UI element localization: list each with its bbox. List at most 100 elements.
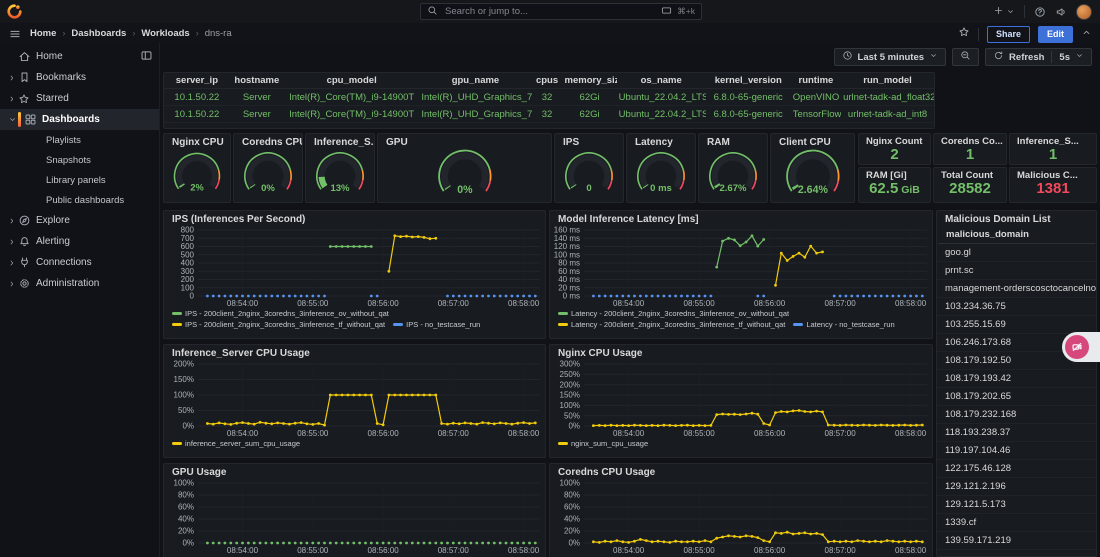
svg-text:08:56:00: 08:56:00	[754, 546, 786, 555]
nginx-cpu-chart-plot[interactable]: 0%50%100%150%200%250%300%08:54:0008:55:0…	[550, 360, 932, 438]
legend-item[interactable]: inference_server_sum_cpu_usage	[172, 439, 300, 448]
floating-recorder-button[interactable]	[1062, 332, 1100, 362]
breadcrumb-dashboards[interactable]: Dashboards	[71, 28, 126, 39]
table-cell: Intel(R)_Core(TM)_i9-14900T	[284, 89, 419, 106]
chevron-right-icon[interactable]	[6, 74, 18, 82]
sidebar-item-connections[interactable]: Connections	[0, 252, 159, 273]
chart-legend: inference_server_sum_cpu_usage	[164, 438, 545, 448]
panel-title[interactable]: Nginx CPU Usage	[550, 345, 932, 360]
domain-list-item: 1339.cf	[937, 514, 1096, 532]
table-header[interactable]: cpu_model	[284, 73, 419, 89]
dock-sidebar-icon[interactable]	[140, 49, 153, 65]
legend-item[interactable]: IPS - 200client_2nginx_3coredns_3inferen…	[172, 320, 385, 329]
panel-title[interactable]: Inference_S...	[306, 134, 374, 149]
chevron-down-icon	[1075, 51, 1084, 63]
sidebar-item-snapshots[interactable]: Snapshots	[0, 150, 159, 170]
sidebar-item-bookmarks[interactable]: Bookmarks	[0, 67, 159, 88]
breadcrumb-home[interactable]: Home	[30, 28, 56, 39]
sidebar-item-home[interactable]: Home	[0, 46, 159, 67]
chart-legend: IPS - 200client_2nginx_3coredns_3inferen…	[164, 308, 545, 329]
table-header[interactable]: run_model	[841, 73, 934, 89]
sidebar-item-public-dashboards[interactable]: Public dashboards	[0, 190, 159, 210]
svg-text:0: 0	[190, 292, 195, 301]
svg-text:80%: 80%	[564, 491, 580, 500]
sidebar-item-explore[interactable]: Explore	[0, 210, 159, 231]
help-icon[interactable]	[1034, 6, 1046, 18]
legend-item[interactable]: IPS - 200client_2nginx_3coredns_3inferen…	[172, 309, 389, 318]
refresh-button[interactable]: Refresh 5s	[985, 48, 1092, 66]
chevron-down-icon[interactable]	[6, 115, 18, 124]
inference-cpu-chart-plot[interactable]: 0%50%100%150%200%08:54:0008:55:0008:56:0…	[164, 360, 545, 438]
chevron-right-icon[interactable]	[6, 217, 18, 225]
chevron-right-icon[interactable]	[6, 238, 18, 246]
user-avatar[interactable]	[1076, 4, 1092, 20]
table-header[interactable]: server_ip	[164, 73, 230, 89]
panel-title[interactable]: Nginx CPU	[164, 134, 230, 149]
chevron-right-icon[interactable]	[6, 259, 18, 267]
table-header[interactable]: gpu_name	[419, 73, 531, 89]
table-header[interactable]: os_name	[617, 73, 706, 89]
legend-item[interactable]: IPS - no_testcase_run	[393, 320, 480, 329]
svg-text:60%: 60%	[178, 503, 194, 512]
panel-title[interactable]: Client CPU	[771, 134, 854, 149]
search-input[interactable]	[443, 5, 656, 18]
table-cell: Ubuntu_22.04.2_LTS	[617, 89, 706, 106]
chevron-right-icon[interactable]	[6, 95, 18, 103]
panel-title[interactable]: Coredns CPU Usage	[550, 464, 932, 479]
latency-chart-plot[interactable]: 0 ms20 ms40 ms60 ms80 ms100 ms120 ms140 …	[550, 226, 932, 308]
table-cell: Ubuntu_22.04.2_LTS	[617, 106, 706, 123]
sidebar-item-label: Starred	[36, 93, 69, 104]
edit-button[interactable]: Edit	[1038, 26, 1073, 43]
time-controls: Last 5 minutes Refresh 5s	[834, 48, 1092, 66]
legend-item[interactable]: Latency - no_testcase_run	[793, 320, 894, 329]
table-header[interactable]: hostname	[230, 73, 284, 89]
chevron-right-icon[interactable]	[6, 280, 18, 288]
inference-cpu-chart-panel: Inference_Server CPU Usage 0%50%100%150%…	[163, 344, 546, 458]
sidebar-item-dashboards[interactable]: Dashboards	[0, 109, 159, 130]
sidebar-item-starred[interactable]: Starred	[0, 88, 159, 109]
home-icon	[18, 50, 36, 63]
share-button[interactable]: Share	[987, 26, 1030, 43]
search-shortcut: ⌘+k	[677, 6, 695, 17]
new-menu-button[interactable]	[993, 3, 1015, 21]
panel-title[interactable]: Coredns CPU	[234, 134, 302, 149]
legend-item[interactable]: nginx_sum_cpu_usage	[558, 439, 648, 448]
legend-item[interactable]: Latency - 200client_2nginx_3coredns_3inf…	[558, 320, 785, 329]
kiosk-chevron-up-icon[interactable]	[1081, 25, 1092, 43]
legend-item[interactable]: Latency - 200client_2nginx_3coredns_3inf…	[558, 309, 789, 318]
star-dashboard-icon[interactable]	[958, 25, 970, 43]
panel-title[interactable]: Inference_Server CPU Usage	[164, 345, 545, 360]
table-header[interactable]: memory_size	[563, 73, 617, 89]
latency-gauge-panel: Latency 0 ms	[626, 133, 696, 203]
panel-title[interactable]: GPU	[378, 134, 551, 149]
time-range-picker[interactable]: Last 5 minutes	[834, 48, 947, 66]
sidebar-item-administration[interactable]: Administration	[0, 273, 159, 294]
news-icon[interactable]	[1055, 6, 1067, 18]
client-cpu-gauge: 2.64%	[771, 149, 854, 199]
table-header[interactable]: runtime	[791, 73, 841, 89]
panel-title[interactable]: IPS	[555, 134, 623, 149]
table-header[interactable]: cpus	[532, 73, 563, 89]
zoom-out-button[interactable]	[952, 48, 979, 66]
sidebar-item-alerting[interactable]: Alerting	[0, 231, 159, 252]
domain-list-item: 108.179.193.42	[937, 370, 1096, 388]
panel-title[interactable]: IPS (Inferences Per Second)	[164, 211, 545, 226]
ips-chart-plot[interactable]: 010020030040050060070080008:54:0008:55:0…	[164, 226, 545, 308]
sidebar-item-library-panels[interactable]: Library panels	[0, 170, 159, 190]
panel-title[interactable]: RAM	[699, 134, 767, 149]
refresh-interval[interactable]: 5s	[1059, 52, 1070, 63]
panel-title[interactable]: Latency	[627, 134, 695, 149]
search-box[interactable]: ⌘+k	[420, 3, 702, 20]
grafana-logo-icon[interactable]	[7, 4, 22, 24]
sidebar-item-playlists[interactable]: Playlists	[0, 130, 159, 150]
gpu-usage-chart-panel: GPU Usage 0%20%40%60%80%100%08:54:0008:5…	[163, 463, 546, 557]
coredns-cpu-chart-plot[interactable]: 0%20%40%60%80%100%08:54:0008:55:0008:56:…	[550, 479, 932, 555]
panel-title[interactable]: Malicious Domain List	[937, 211, 1096, 226]
panel-title[interactable]: GPU Usage	[164, 464, 545, 479]
svg-text:08:58:00: 08:58:00	[895, 546, 927, 555]
breadcrumb-workloads[interactable]: Workloads	[141, 28, 189, 39]
gpu-usage-chart-plot[interactable]: 0%20%40%60%80%100%08:54:0008:55:0008:56:…	[164, 479, 545, 555]
table-header[interactable]: kernel_version	[706, 73, 791, 89]
domain-list-header[interactable]: malicious_domain	[938, 226, 1095, 244]
panel-title[interactable]: Model Inference Latency [ms]	[550, 211, 932, 226]
